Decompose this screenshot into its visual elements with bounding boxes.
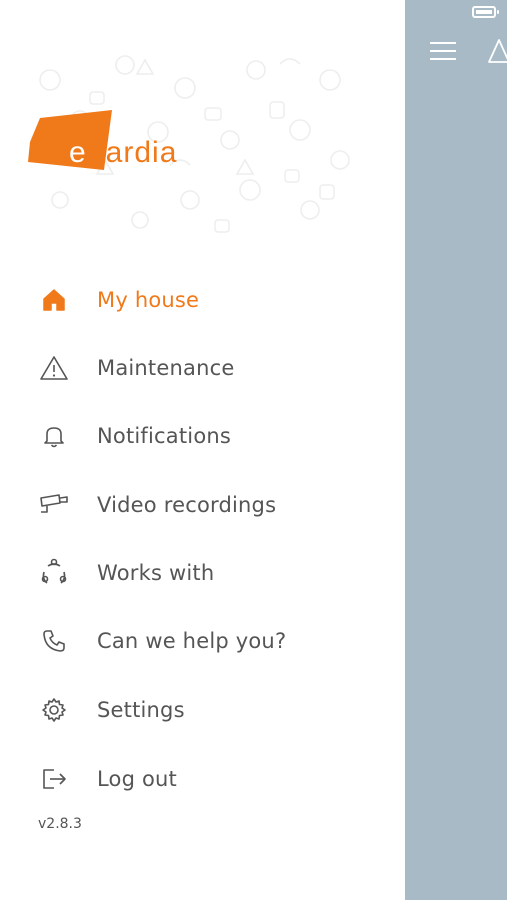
- gear-icon: [38, 694, 70, 726]
- menu-item-help[interactable]: Can we help you?: [0, 616, 405, 666]
- menu-label-works-with: Works with: [97, 561, 215, 585]
- menu-item-notifications[interactable]: Notifications: [0, 411, 405, 461]
- battery-icon: [472, 6, 499, 18]
- menu-label-my-house: My house: [97, 288, 200, 312]
- logo-text-rest: gardia: [88, 136, 177, 169]
- warning-icon[interactable]: [488, 38, 507, 64]
- background-screen: [405, 0, 507, 900]
- hamburger-menu-icon[interactable]: [430, 42, 456, 62]
- menu-label-settings: Settings: [97, 698, 185, 722]
- menu-label-maintenance: Maintenance: [97, 356, 235, 380]
- navigation-drawer: e gardia My house Maintenance Notificati…: [0, 0, 405, 900]
- menu-label-notifications: Notifications: [97, 424, 232, 448]
- menu-item-maintenance[interactable]: Maintenance: [0, 343, 405, 393]
- logout-icon: [38, 763, 70, 795]
- egardia-logo: e gardia: [28, 110, 177, 170]
- menu-item-my-house[interactable]: My house: [0, 275, 405, 325]
- home-icon: [38, 284, 70, 316]
- logo-text-e: e: [69, 136, 87, 169]
- menu-item-settings[interactable]: Settings: [0, 685, 405, 735]
- menu-item-works-with[interactable]: Works with: [0, 548, 405, 598]
- warning-icon: [38, 352, 70, 384]
- menu-label-help: Can we help you?: [97, 629, 287, 653]
- bell-icon: [38, 420, 70, 452]
- connections-icon: [38, 557, 70, 589]
- camera-icon: [38, 489, 70, 521]
- menu-label-log-out: Log out: [97, 767, 177, 791]
- menu-label-video-recordings: Video recordings: [97, 493, 277, 517]
- menu-item-log-out[interactable]: Log out: [0, 754, 405, 804]
- phone-icon: [38, 625, 70, 657]
- menu-item-video-recordings[interactable]: Video recordings: [0, 480, 405, 530]
- app-version: v2.8.3: [38, 816, 82, 832]
